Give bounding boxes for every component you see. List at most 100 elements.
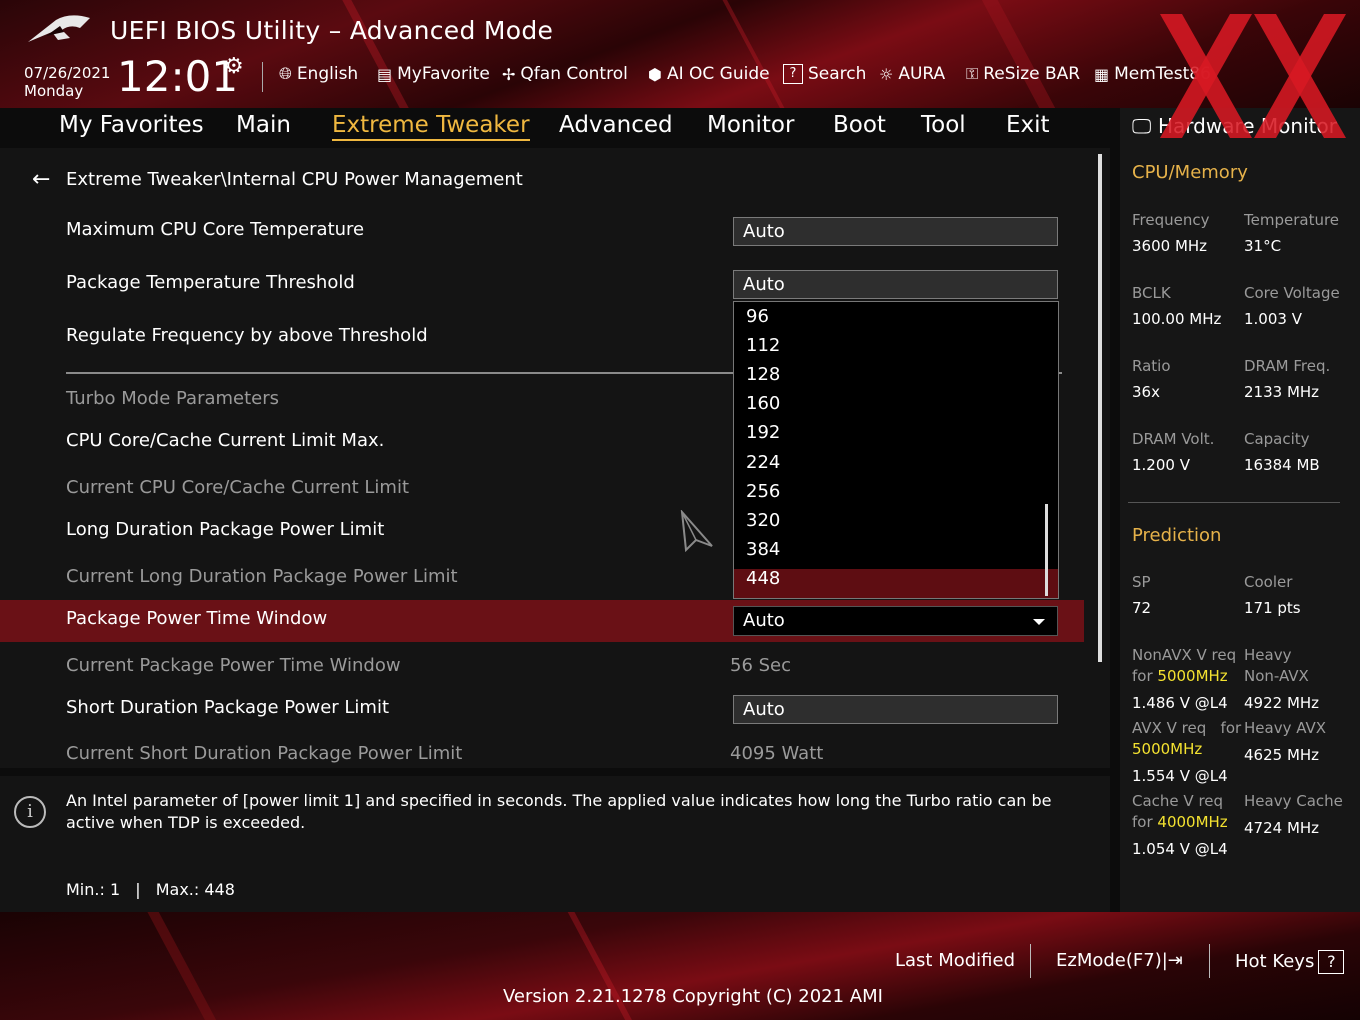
hw-value: 16384 MB <box>1244 456 1320 474</box>
dropdown-option[interactable]: 384 <box>746 539 780 560</box>
clock-display: 12:01 <box>117 52 239 101</box>
main-scrollbar[interactable] <box>1098 154 1102 662</box>
hw-label: for 4000MHz <box>1132 812 1228 833</box>
setting-long-duration-power-limit-label[interactable]: Long Duration Package Power Limit <box>66 519 384 540</box>
tool-label: AURA <box>898 64 946 84</box>
hw-value: 1.486 V @L4 <box>1132 694 1228 712</box>
dropdown-option[interactable]: 128 <box>746 364 780 385</box>
dropdown-option[interactable]: 160 <box>746 393 780 414</box>
setting-regulate-frequency-label[interactable]: Regulate Frequency by above Threshold <box>66 325 428 346</box>
setting-package-power-time-window-label[interactable]: Package Power Time Window <box>66 608 327 629</box>
breadcrumb: Extreme Tweaker\Internal CPU Power Manag… <box>66 169 523 190</box>
select-value: Auto <box>743 610 785 631</box>
tab-advanced[interactable]: Advanced <box>559 112 673 138</box>
time-window-dropdown-list: 96 112 128 160 192 224 256 320 384 448 <box>733 301 1059 599</box>
dropdown-option[interactable]: 256 <box>746 481 780 502</box>
hot-keys-label: Hot Keys <box>1235 951 1315 972</box>
dropdown-highlight <box>734 569 1058 598</box>
last-modified-button[interactable]: Last Modified <box>895 950 1015 971</box>
tool-myfavorite[interactable]: ▤ MyFavorite <box>377 64 490 84</box>
dropdown-option[interactable]: 112 <box>746 335 780 356</box>
dropdown-option-selected[interactable]: 448 <box>746 568 780 589</box>
rog-logo-icon <box>28 15 90 42</box>
hw-label: Heavy Cache <box>1244 792 1343 810</box>
tab-tool[interactable]: Tool <box>921 112 966 138</box>
tool-label: English <box>296 64 359 84</box>
hw-value: 72 <box>1132 599 1152 617</box>
dropdown-option[interactable]: 96 <box>746 306 769 327</box>
tool-label: MyFavorite <box>397 64 490 84</box>
tab-my-favorites[interactable]: My Favorites <box>59 112 204 138</box>
hw-label: Cooler <box>1244 573 1293 591</box>
hw-value: 100.00 MHz <box>1132 310 1222 328</box>
hw-label: Non-AVX <box>1244 667 1309 685</box>
hw-value: 4922 MHz <box>1244 694 1320 712</box>
hw-label: DRAM Freq. <box>1244 357 1331 375</box>
for-text: for <box>1220 719 1242 737</box>
short-duration-power-limit-field[interactable]: Auto <box>733 695 1058 724</box>
current-short-duration-power-limit-label: Current Short Duration Package Power Lim… <box>66 743 463 764</box>
ezmode-button[interactable]: EzMode(F7)|⇥ <box>1056 950 1183 971</box>
hot-keys-button[interactable]: Hot Keys? <box>1235 950 1345 974</box>
target-frequency: 4000MHz <box>1157 813 1228 831</box>
hw-label: DRAM Volt. <box>1132 430 1215 448</box>
current-package-power-time-window-label: Current Package Power Time Window <box>66 655 401 676</box>
tool-resize-bar[interactable]: ⚿ ReSize BAR <box>966 64 1080 84</box>
max-value: Max.: 448 <box>155 880 235 899</box>
hw-label: Heavy <box>1244 646 1292 664</box>
tab-exit[interactable]: Exit <box>1006 112 1050 138</box>
tab-extreme-tweaker[interactable]: Extreme Tweaker <box>332 112 530 141</box>
setting-short-duration-power-limit-label[interactable]: Short Duration Package Power Limit <box>66 697 389 718</box>
hw-value: 36x <box>1132 383 1160 401</box>
tool-aura[interactable]: ☼ AURA <box>879 64 945 84</box>
tool-label: Qfan Control <box>520 64 628 84</box>
hw-value: 1.003 V <box>1244 310 1302 328</box>
header-decoration <box>969 0 1085 108</box>
tool-label: ReSize BAR <box>983 64 1081 84</box>
cpu-memory-heading: CPU/Memory <box>1132 162 1248 183</box>
ai-guide-icon: ⬢ <box>648 64 662 84</box>
aura-icon: ☼ <box>879 64 894 84</box>
tab-boot[interactable]: Boot <box>833 112 886 138</box>
ezmode-label: EzMode(F7)| <box>1056 950 1168 971</box>
mouse-cursor-icon <box>680 510 713 552</box>
dropdown-option[interactable]: 320 <box>746 510 780 531</box>
for-text: for <box>1132 667 1153 685</box>
setting-cpu-core-cache-current-limit-label[interactable]: CPU Core/Cache Current Limit Max. <box>66 430 384 451</box>
hw-label: AVX V req for <box>1132 718 1241 739</box>
tool-search[interactable]: ? Search <box>783 64 866 84</box>
tool-label: Search <box>808 64 867 84</box>
tab-monitor[interactable]: Monitor <box>707 112 794 138</box>
chevron-down-icon <box>1033 619 1045 625</box>
hw-value: 3600 MHz <box>1132 237 1208 255</box>
avx-label: AVX V req <box>1132 719 1207 737</box>
dropdown-option[interactable]: 224 <box>746 452 780 473</box>
dropdown-scrollbar[interactable] <box>1045 504 1048 596</box>
package-temp-threshold-field[interactable]: Auto <box>733 270 1058 299</box>
setting-max-cpu-core-temp-label[interactable]: Maximum CPU Core Temperature <box>66 219 364 240</box>
tool-qfan-control[interactable]: ✢ Qfan Control <box>502 64 628 84</box>
tool-label: AI OC Guide <box>666 64 770 84</box>
dropdown-option[interactable]: 192 <box>746 422 780 443</box>
settings-gear-icon[interactable]: ⚙ <box>224 54 244 79</box>
min-max-range: Min.: 1 | Max.: 448 <box>66 880 235 899</box>
tab-main[interactable]: Main <box>236 112 291 138</box>
setting-package-temp-threshold-label[interactable]: Package Temperature Threshold <box>66 272 355 293</box>
hw-label: Frequency <box>1132 211 1210 229</box>
hw-divider <box>1128 502 1340 503</box>
help-question-icon: ? <box>1318 950 1345 974</box>
package-power-time-window-select[interactable]: Auto <box>733 606 1058 636</box>
back-arrow-icon[interactable]: ← <box>32 167 50 192</box>
target-frequency: 5000MHz <box>1157 667 1228 685</box>
search-icon: ? <box>783 64 803 84</box>
watermark-logo-icon <box>1160 14 1346 138</box>
hw-label: Heavy AVX <box>1244 719 1327 737</box>
tool-english[interactable]: 🌐︎ English <box>279 64 358 84</box>
min-value: Min.: 1 <box>66 880 121 899</box>
tool-ai-oc-guide[interactable]: ⬢ AI OC Guide <box>648 64 770 84</box>
hw-label: SP <box>1132 573 1151 591</box>
max-cpu-core-temp-field[interactable]: Auto <box>733 217 1058 246</box>
hw-value: 31°C <box>1244 237 1282 255</box>
hw-label: Temperature <box>1244 211 1340 229</box>
globe-icon: 🌐︎ <box>279 64 292 83</box>
